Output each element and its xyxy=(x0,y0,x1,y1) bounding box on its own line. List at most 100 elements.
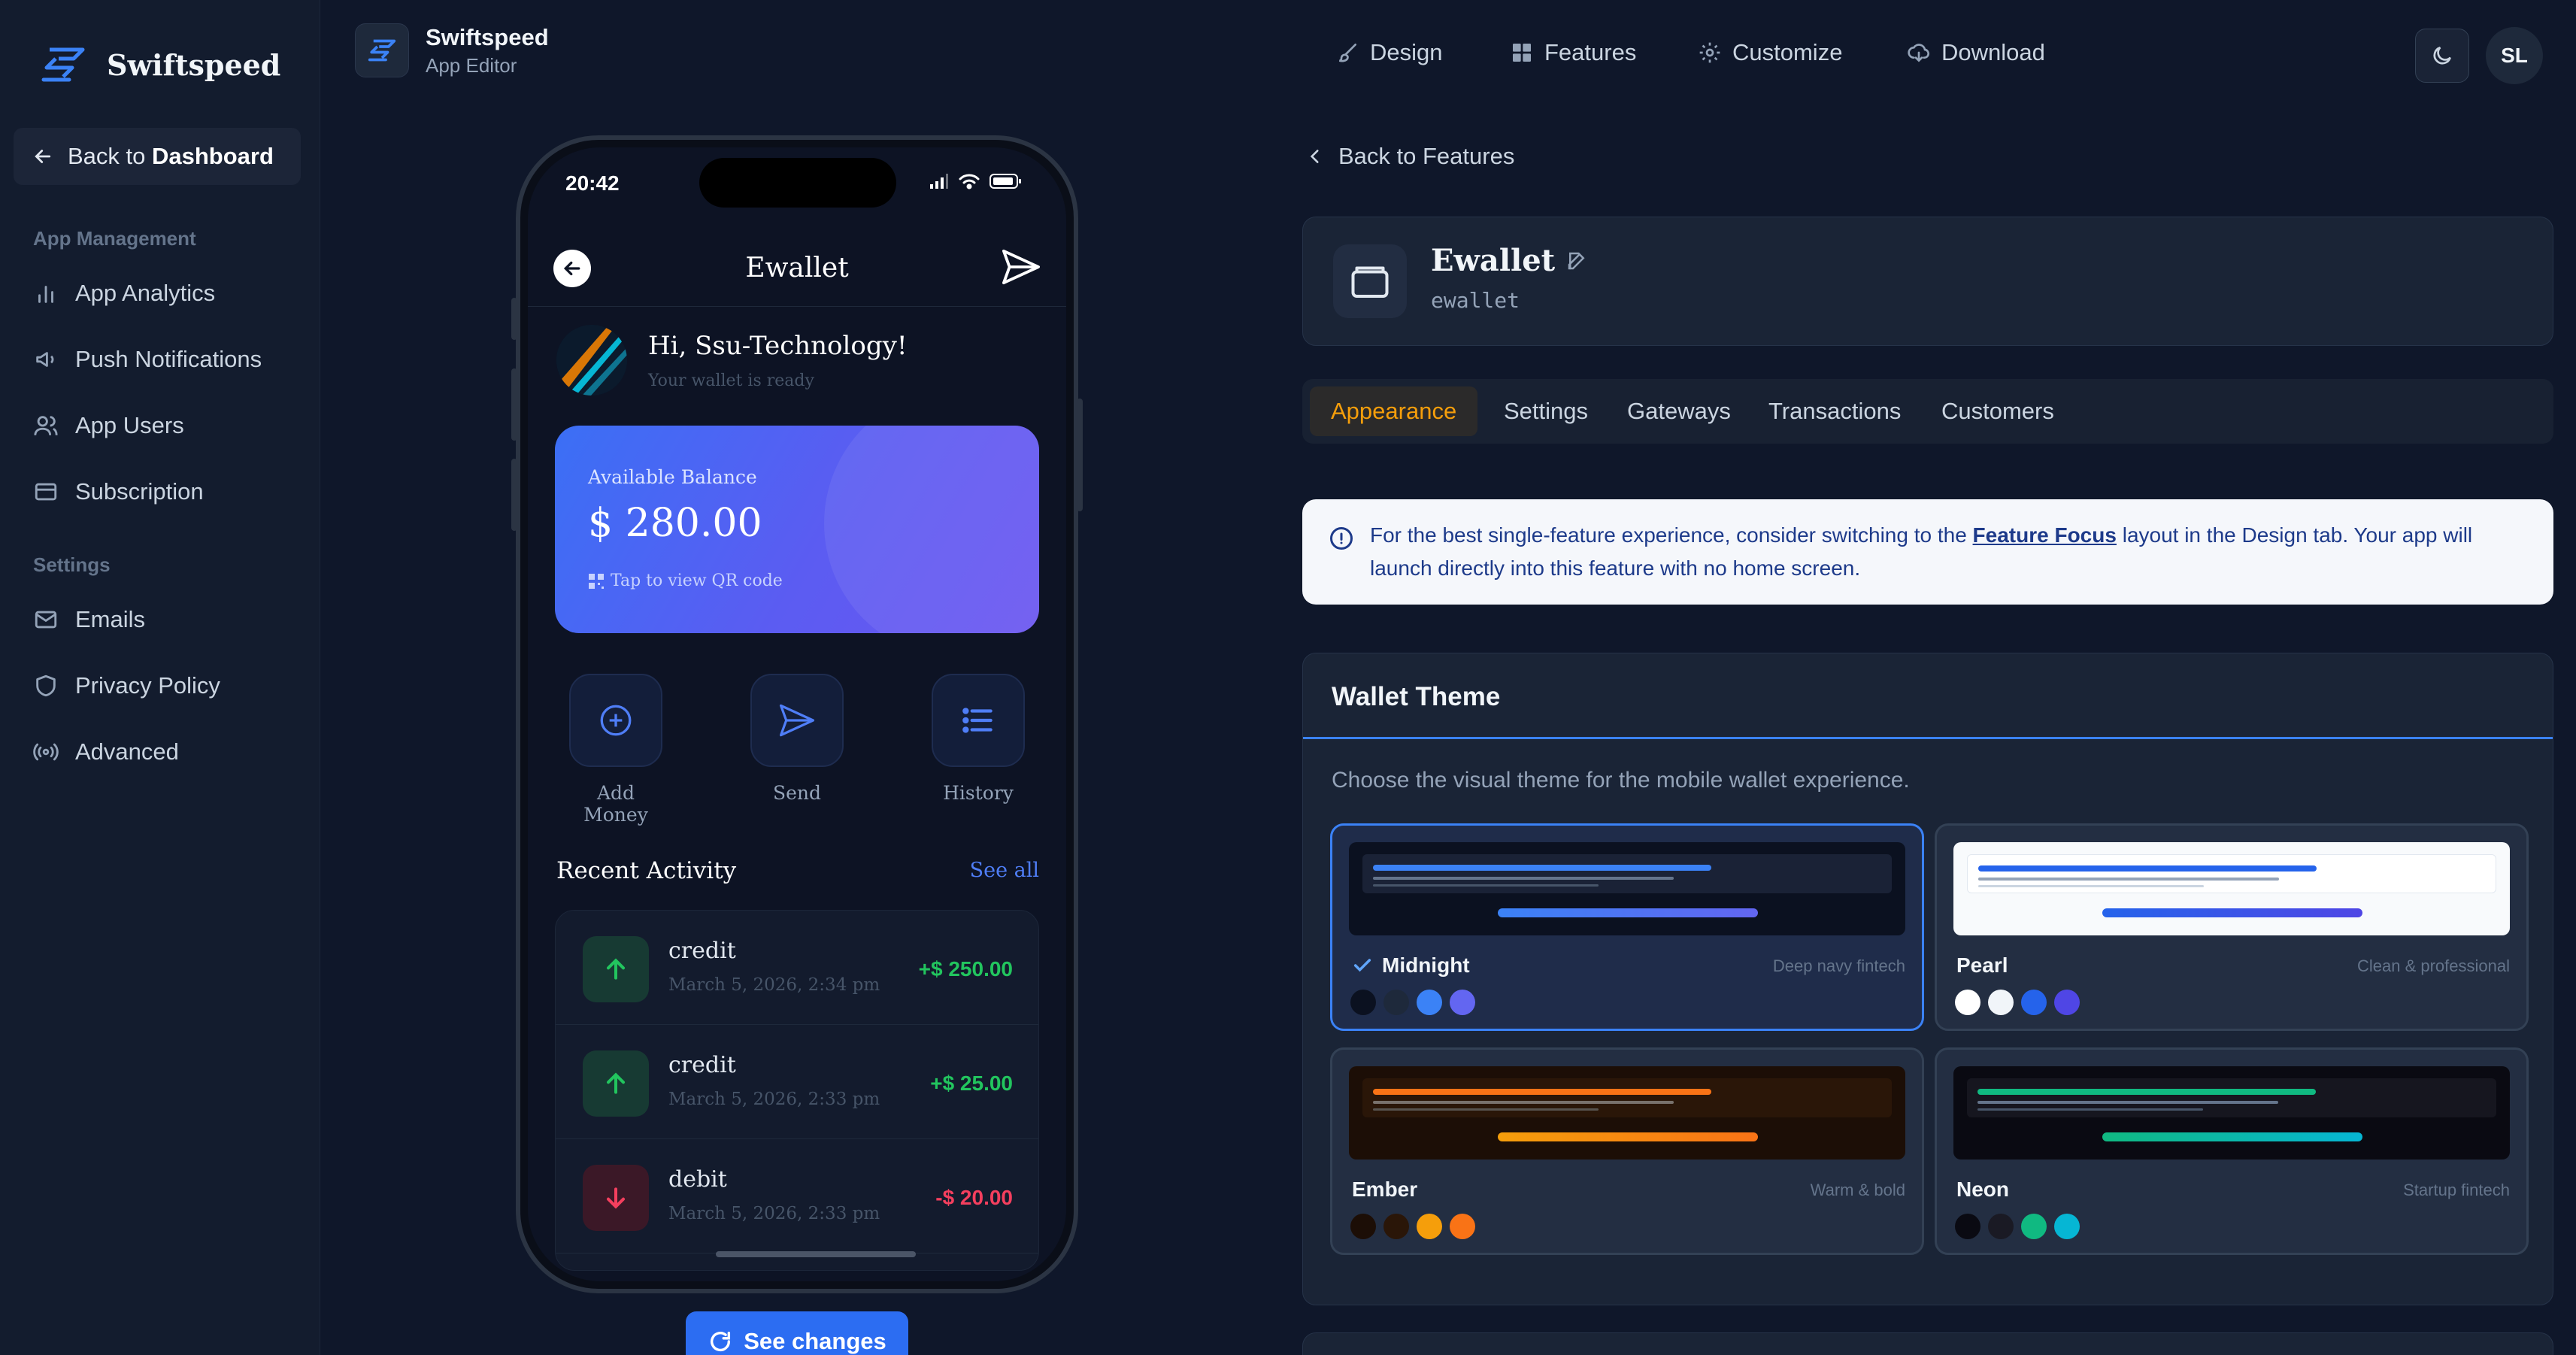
tab-appearance[interactable]: Appearance xyxy=(1310,386,1478,436)
theme-card-midnight[interactable]: Midnight Deep navy fintech xyxy=(1330,823,1924,1031)
arrow-up-icon xyxy=(607,958,625,980)
recent-activity-title: Recent Activity xyxy=(556,857,737,884)
theme-name: Midnight xyxy=(1352,953,1470,978)
sidebar-item-app-users[interactable]: App Users xyxy=(33,412,184,439)
sidebar-item-label: Emails xyxy=(75,606,146,632)
preview-button xyxy=(2102,908,2362,917)
back-to-dashboard-button[interactable]: Back to Dashboard xyxy=(14,128,301,185)
gear-icon xyxy=(1699,42,1720,63)
nav-customize[interactable]: Customize xyxy=(1698,39,1842,66)
tab-transactions[interactable]: Transactions xyxy=(1747,386,1922,436)
users-icon xyxy=(34,416,58,435)
feature-name-text: Ewallet xyxy=(1431,243,1556,278)
status-time: 20:42 xyxy=(565,171,620,195)
back-target: Dashboard xyxy=(152,143,274,169)
color-swatch xyxy=(1383,990,1409,1015)
nav-design[interactable]: Design xyxy=(1335,39,1443,66)
sidebar-item-emails[interactable]: Emails xyxy=(33,606,145,633)
shield-icon xyxy=(36,674,56,697)
preview-bar xyxy=(1373,1101,1674,1104)
tab-settings[interactable]: Settings xyxy=(1483,386,1609,436)
send-button[interactable] xyxy=(750,674,844,767)
list-item[interactable]: credit March 5, 2026, 2:33 pm +$ 25.00 xyxy=(556,1025,1038,1139)
wallet-theme-panel: Wallet Theme Choose the visual theme for… xyxy=(1302,653,2553,1305)
activity-list: credit March 5, 2026, 2:34 pm +$ 250.00 … xyxy=(555,910,1039,1271)
tab-gateways[interactable]: Gateways xyxy=(1606,386,1752,436)
app-subtitle: App Editor xyxy=(426,54,517,77)
back-prefix: Back to xyxy=(68,143,152,169)
sidebar-item-label: Subscription xyxy=(75,478,204,505)
color-swatch xyxy=(1417,1214,1442,1239)
history-button[interactable] xyxy=(932,674,1025,767)
send-icon xyxy=(779,704,815,737)
preview-bar xyxy=(1373,877,1674,880)
arrow-down-icon xyxy=(607,1187,625,1209)
phone-screen: 20:42 Ewallet Hi, Ssu-Technology! Your w… xyxy=(528,147,1066,1281)
credit-icon-box xyxy=(583,936,649,1002)
send-icon[interactable] xyxy=(1000,248,1042,286)
sidebar-item-label: Push Notifications xyxy=(75,346,262,372)
nav-features[interactable]: Features xyxy=(1510,39,1636,66)
feature-focus-link[interactable]: Feature Focus xyxy=(1973,523,2117,547)
nav-download[interactable]: Download xyxy=(1907,39,2045,66)
nav-label: Customize xyxy=(1732,39,1843,65)
feature-icon-box xyxy=(1333,244,1407,318)
sidebar-item-privacy-policy[interactable]: Privacy Policy xyxy=(33,672,220,699)
user-avatar[interactable]: SL xyxy=(2486,27,2543,84)
theme-swatches xyxy=(1350,990,1475,1015)
credit-card-icon xyxy=(35,483,57,501)
panel-title: Wallet Theme xyxy=(1332,682,1501,711)
see-changes-button[interactable]: See changes xyxy=(686,1311,908,1355)
theme-name-text: Neon xyxy=(1956,1178,2009,1201)
theme-tagline: Startup fintech xyxy=(2403,1181,2510,1199)
signal-icon xyxy=(930,174,948,189)
theme-toggle-button[interactable] xyxy=(2415,29,2469,83)
action-add-money[interactable]: Add Money xyxy=(567,674,665,826)
list-item[interactable]: debit March 5, 2026, 2:33 pm -$ 20.00 xyxy=(556,1139,1038,1253)
bar-chart-icon xyxy=(38,286,53,303)
see-all-link[interactable]: See all xyxy=(970,859,1039,882)
transaction-date: March 5, 2026, 2:34 pm xyxy=(668,975,880,995)
user-avatar-image xyxy=(556,325,627,396)
color-swatch xyxy=(1955,1214,1980,1239)
preview-inner xyxy=(1967,1078,2496,1117)
brand-logo[interactable]: Swiftspeed xyxy=(39,45,280,84)
action-history[interactable]: History xyxy=(929,674,1027,804)
avatar-image xyxy=(556,325,627,396)
sidebar-item-app-analytics[interactable]: App Analytics xyxy=(33,280,215,307)
broadcast-icon xyxy=(33,743,59,761)
phone-app-header: Ewallet xyxy=(528,235,1066,307)
sidebar-item-push-notifications[interactable]: Push Notifications xyxy=(33,346,262,373)
qr-code-icon xyxy=(589,573,604,589)
transaction-amount: -$ 20.00 xyxy=(935,1186,1013,1209)
next-panel xyxy=(1302,1332,2553,1355)
megaphone-icon xyxy=(36,352,54,367)
feature-slug: ewallet xyxy=(1431,288,1520,313)
add-money-button[interactable] xyxy=(569,674,662,767)
qr-hint[interactable]: Tap to view QR code xyxy=(588,571,783,590)
theme-tagline: Warm & bold xyxy=(1810,1181,1905,1199)
theme-card-ember[interactable]: Ember Warm & bold xyxy=(1330,1047,1924,1255)
color-swatch xyxy=(1955,990,1980,1015)
feature-tabs: Appearance Settings Gateways Transaction… xyxy=(1302,379,2553,444)
sidebar-item-subscription[interactable]: Subscription xyxy=(33,478,204,505)
preview-bar xyxy=(1373,865,1711,871)
theme-card-neon[interactable]: Neon Startup fintech xyxy=(1935,1047,2529,1255)
sidebar-item-advanced[interactable]: Advanced xyxy=(33,738,179,765)
nav-label: Download xyxy=(1941,39,2045,65)
theme-swatches xyxy=(1955,990,2080,1015)
app-badge xyxy=(355,23,409,77)
list-item[interactable]: credit March 5, 2026, 2:34 pm +$ 250.00 xyxy=(556,911,1038,1025)
color-swatch xyxy=(1417,990,1442,1015)
feature-card: Ewallet ewallet xyxy=(1302,217,2553,346)
theme-card-pearl[interactable]: Pearl Clean & professional xyxy=(1935,823,2529,1031)
arrow-left-icon xyxy=(35,150,51,163)
back-to-features-link[interactable]: Back to Features xyxy=(1305,143,1514,170)
edit-icon[interactable] xyxy=(1565,250,1588,272)
color-swatch xyxy=(2054,1214,2080,1239)
info-text-before: For the best single-feature experience, … xyxy=(1370,523,1973,547)
preview-bar xyxy=(1977,1089,2316,1095)
balance-card[interactable]: Available Balance $ 280.00 Tap to view Q… xyxy=(555,426,1039,633)
action-send[interactable]: Send xyxy=(748,674,846,804)
tab-customers[interactable]: Customers xyxy=(1920,386,2075,436)
